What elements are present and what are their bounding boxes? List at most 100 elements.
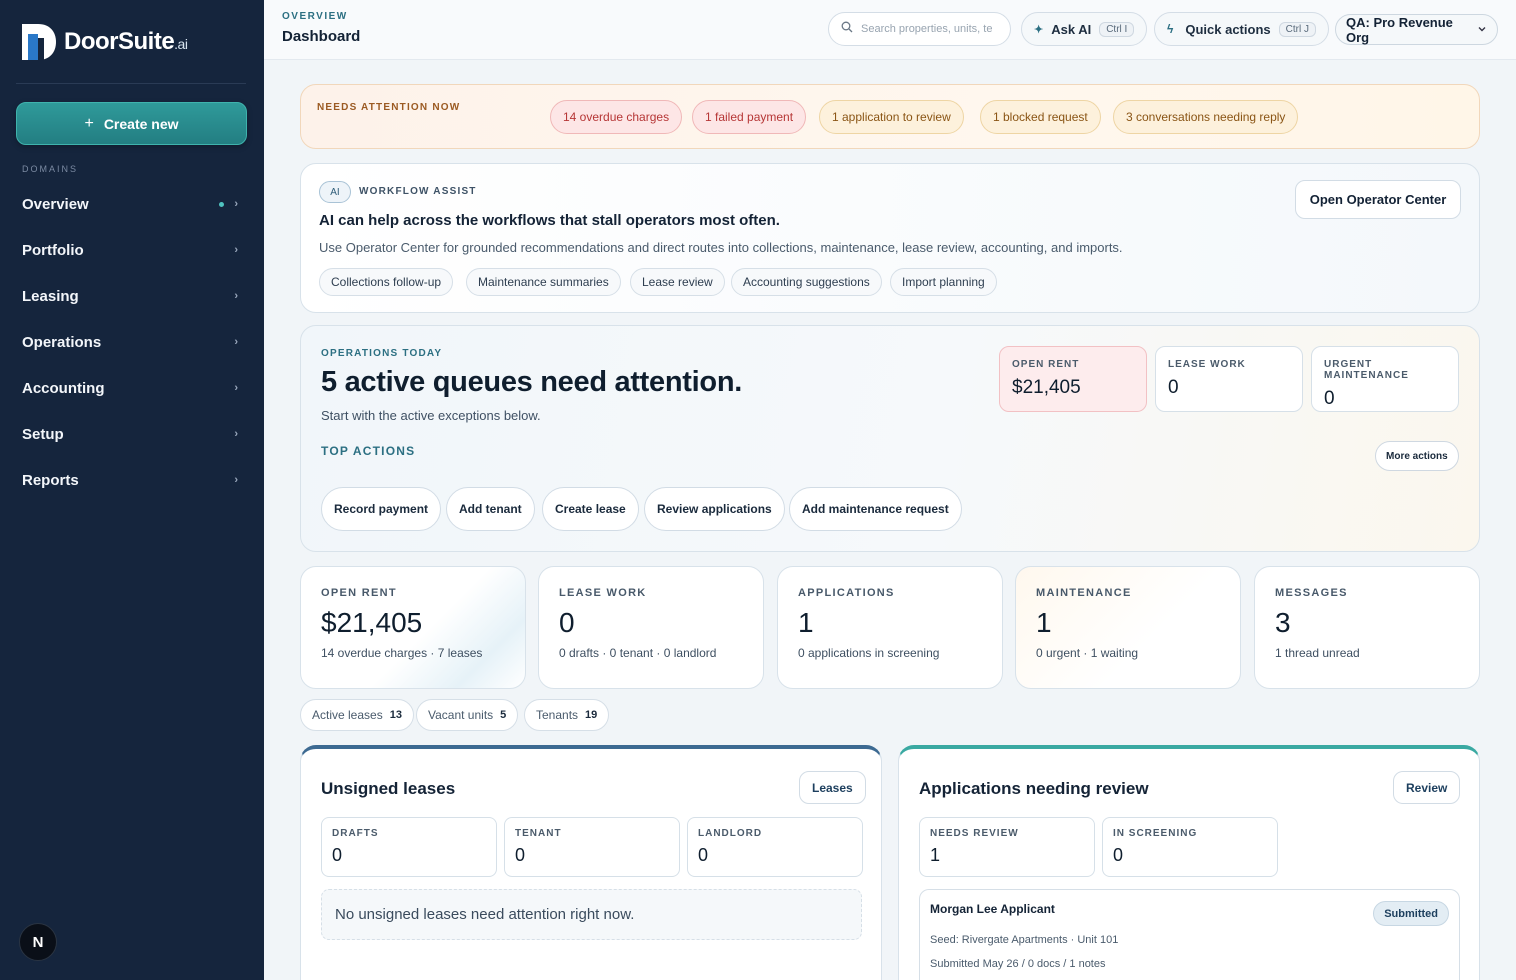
application-property: Seed: Rivergate Apartments · Unit 101	[930, 934, 1119, 946]
search-box[interactable]	[828, 12, 1011, 46]
user-avatar-button[interactable]: N	[19, 923, 57, 961]
box-value: 0	[332, 845, 343, 865]
stat-lease-work[interactable]: LEASE WORK 0 0 drafts · 0 tenant · 0 lan…	[538, 566, 764, 689]
sidebar-item-operations[interactable]: Operations ›	[0, 319, 264, 365]
sidebar-item-reports[interactable]: Reports ›	[0, 457, 264, 503]
chip-maintenance-summaries[interactable]: Maintenance summaries	[466, 268, 621, 296]
brand-logo[interactable]: DoorSuite.ai	[20, 22, 188, 62]
status-badge: Submitted	[1373, 901, 1449, 926]
mini-urgent-maintenance[interactable]: URGENT MAINTENANCE 0	[1311, 346, 1459, 412]
search-input[interactable]	[861, 23, 1001, 35]
create-new-button[interactable]: + Create new	[16, 102, 247, 145]
workflow-assist-label: WORKFLOW ASSIST	[359, 186, 477, 197]
box-in-screening[interactable]: IN SCREENING 0	[1102, 817, 1278, 877]
box-label: NEEDS REVIEW	[930, 828, 1019, 839]
stat-value: $21,405	[321, 607, 423, 638]
stat-subtext: 0 urgent · 1 waiting	[1036, 646, 1139, 660]
chip-accounting-suggestions[interactable]: Accounting suggestions	[731, 268, 882, 296]
create-new-label: Create new	[103, 115, 179, 132]
mini-label: URGENT MAINTENANCE	[1324, 359, 1409, 381]
stat-applications[interactable]: APPLICATIONS 1 0 applications in screeni…	[777, 566, 1003, 689]
ask-ai-button[interactable]: ✦ Ask AI Ctrl I	[1021, 12, 1148, 46]
mini-lease-work[interactable]: LEASE WORK 0	[1155, 346, 1303, 412]
quick-actions-label: Quick actions	[1185, 21, 1271, 37]
stat-subtext: 1 thread unread	[1275, 646, 1360, 660]
quick-actions-shortcut: Ctrl J	[1278, 21, 1316, 37]
mini-open-rent[interactable]: OPEN RENT $21,405	[999, 346, 1147, 412]
count-tenants[interactable]: Tenants 19	[524, 699, 610, 731]
sidebar-item-label: Operations	[22, 333, 102, 351]
operations-today-title: 5 active queues need attention.	[321, 366, 742, 398]
chip-lease-review[interactable]: Lease review	[630, 268, 725, 296]
sidebar-item-leasing[interactable]: Leasing ›	[0, 273, 264, 319]
box-value: 1	[930, 845, 941, 865]
count-value: 13	[389, 709, 402, 721]
chevron-right-icon: ›	[234, 382, 238, 394]
applicant-name: Morgan Lee Applicant	[930, 902, 1055, 916]
count-label: Active leases	[312, 708, 383, 722]
sidebar-item-label: Accounting	[22, 379, 105, 397]
quick-actions-button[interactable]: ϟ Quick actions Ctrl J	[1154, 12, 1329, 46]
box-tenant[interactable]: TENANT 0	[504, 817, 680, 877]
operations-today-label: OPERATIONS TODAY	[321, 348, 443, 359]
record-payment-button[interactable]: Record payment	[321, 487, 442, 531]
box-landlord[interactable]: LANDLORD 0	[687, 817, 863, 877]
more-actions-button[interactable]: More actions	[1375, 441, 1459, 471]
conversations-reply-pill[interactable]: 3 conversations needing reply	[1113, 100, 1299, 134]
box-label: IN SCREENING	[1113, 828, 1198, 839]
mini-label: LEASE WORK	[1168, 359, 1246, 370]
chevron-right-icon: ›	[234, 336, 238, 348]
chip-collections-follow-up[interactable]: Collections follow-up	[319, 268, 454, 296]
box-needs-review[interactable]: NEEDS REVIEW 1	[919, 817, 1095, 877]
panel-title: Applications needing review	[919, 779, 1149, 798]
failed-payment-pill[interactable]: 1 failed payment	[692, 100, 807, 134]
sidebar-item-label: Portfolio	[22, 241, 84, 259]
count-vacant-units[interactable]: Vacant units 5	[416, 699, 519, 731]
open-operator-center-button[interactable]: Open Operator Center	[1295, 180, 1461, 219]
add-maintenance-request-button[interactable]: Add maintenance request	[789, 487, 962, 531]
box-drafts[interactable]: DRAFTS 0	[321, 817, 497, 877]
stat-value: 1	[798, 607, 814, 638]
sidebar-item-label: Setup	[22, 425, 64, 443]
count-active-leases[interactable]: Active leases 13	[300, 699, 414, 731]
add-tenant-button[interactable]: Add tenant	[446, 487, 535, 531]
blocked-request-pill[interactable]: 1 blocked request	[980, 100, 1101, 134]
chip-import-planning[interactable]: Import planning	[890, 268, 997, 296]
application-review-pill[interactable]: 1 application to review	[819, 100, 964, 134]
stat-subtext: 14 overdue charges · 7 leases	[321, 646, 483, 660]
box-label: DRAFTS	[332, 828, 379, 839]
stat-messages[interactable]: MESSAGES 3 1 thread unread	[1254, 566, 1480, 689]
active-indicator	[219, 201, 225, 207]
sidebar: DoorSuite.ai + Create new DOMAINS Overvi…	[0, 0, 264, 980]
domains-label: DOMAINS	[22, 164, 79, 174]
application-list-item[interactable]: Morgan Lee Applicant Submitted Seed: Riv…	[919, 889, 1460, 980]
box-label: LANDLORD	[698, 828, 763, 839]
stat-value: 1	[1036, 607, 1052, 638]
stat-value: 3	[1275, 607, 1291, 638]
leases-button[interactable]: Leases	[799, 771, 866, 804]
chevron-right-icon: ›	[234, 428, 238, 440]
sidebar-item-accounting[interactable]: Accounting ›	[0, 365, 264, 411]
stat-label: OPEN RENT	[321, 587, 397, 599]
sidebar-item-setup[interactable]: Setup ›	[0, 411, 264, 457]
unsigned-leases-panel: Unsigned leases Leases DRAFTS 0 TENANT 0…	[300, 745, 882, 980]
chevron-right-icon: ›	[234, 198, 238, 210]
stat-maintenance[interactable]: MAINTENANCE 1 0 urgent · 1 waiting	[1015, 566, 1241, 689]
review-applications-button[interactable]: Review applications	[644, 487, 785, 531]
stat-open-rent[interactable]: OPEN RENT $21,405 14 overdue charges · 7…	[300, 566, 526, 689]
chevron-down-icon	[1477, 22, 1487, 37]
review-button[interactable]: Review	[1393, 771, 1461, 804]
sidebar-item-label: Reports	[22, 471, 79, 489]
stat-subtext: 0 applications in screening	[798, 646, 940, 660]
create-lease-button[interactable]: Create lease	[542, 487, 639, 531]
mini-value: $21,405	[1012, 377, 1081, 398]
sidebar-item-overview[interactable]: Overview ›	[0, 181, 264, 227]
needs-attention-label: NEEDS ATTENTION NOW	[317, 102, 461, 113]
org-selector[interactable]: QA: Pro Revenue Org	[1335, 14, 1498, 45]
sidebar-item-portfolio[interactable]: Portfolio ›	[0, 227, 264, 273]
plus-icon: +	[84, 114, 94, 132]
stat-label: LEASE WORK	[559, 587, 647, 599]
overdue-charges-pill[interactable]: 14 overdue charges	[550, 100, 683, 134]
stat-label: MESSAGES	[1275, 587, 1348, 599]
breadcrumb[interactable]: OVERVIEW	[282, 11, 348, 22]
